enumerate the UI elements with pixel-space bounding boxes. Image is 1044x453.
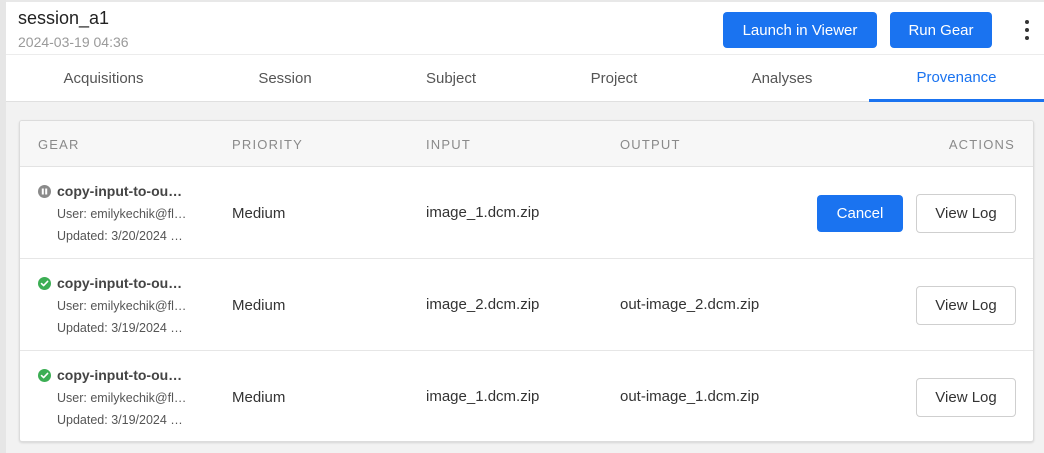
input-file: image_2.dcm.zip: [426, 296, 540, 313]
column-header-gear: GEAR: [38, 137, 80, 152]
view-log-button[interactable]: View Log: [916, 194, 1016, 233]
tab-session[interactable]: Session: [201, 55, 369, 102]
output-file: out-image_2.dcm.zip: [620, 296, 760, 313]
input-file: image_1.dcm.zip: [426, 204, 540, 221]
table-row: copy-input-to-ou… User: emilykechik@fl… …: [20, 167, 1033, 259]
tab-provenance[interactable]: Provenance: [869, 55, 1044, 102]
priority-value: Medium: [232, 297, 286, 314]
gear-user: User: emilykechik@fl…: [57, 299, 187, 313]
launch-in-viewer-button[interactable]: Launch in Viewer: [723, 12, 877, 48]
session-header: session_a1 2024-03-19 04:36 Launch in Vi…: [6, 0, 1044, 54]
session-date: 2024-03-19 04:36: [18, 34, 129, 50]
session-title: session_a1: [18, 8, 110, 28]
priority-value: Medium: [232, 389, 286, 406]
check-circle-icon: [38, 369, 51, 382]
gear-name[interactable]: copy-input-to-ou…: [57, 275, 197, 291]
column-header-actions: ACTIONS: [948, 137, 1015, 152]
session-tabs: Acquisitions Session Subject Project Ana…: [6, 54, 1044, 102]
ellipsis-dot: [1025, 28, 1029, 32]
table-row: copy-input-to-ou… User: emilykechik@fl… …: [20, 259, 1033, 351]
tab-acquisitions[interactable]: Acquisitions: [6, 55, 201, 102]
input-file: image_1.dcm.zip: [426, 388, 540, 405]
column-header-input: INPUT: [426, 137, 471, 152]
output-file: out-image_1.dcm.zip: [620, 388, 760, 405]
vertical-ellipsis-icon[interactable]: [1020, 20, 1034, 40]
gear-updated: Updated: 3/19/2024 …: [57, 321, 183, 335]
cancel-button[interactable]: Cancel: [817, 195, 903, 232]
ellipsis-dot: [1025, 36, 1029, 40]
gear-updated: Updated: 3/19/2024 …: [57, 413, 183, 427]
column-header-priority: PRIORITY: [232, 137, 303, 152]
gear-updated: Updated: 3/20/2024 …: [57, 229, 183, 243]
tab-subject[interactable]: Subject: [369, 55, 533, 102]
view-log-button[interactable]: View Log: [916, 378, 1016, 417]
table-header: GEAR PRIORITY INPUT OUTPUT ACTIONS: [20, 121, 1033, 167]
tab-analyses[interactable]: Analyses: [695, 55, 869, 102]
pause-circle-icon: [38, 185, 51, 198]
gear-user: User: emilykechik@fl…: [57, 391, 187, 405]
gear-user: User: emilykechik@fl…: [57, 207, 187, 221]
provenance-table: GEAR PRIORITY INPUT OUTPUT ACTIONS copy-…: [19, 120, 1034, 442]
ellipsis-dot: [1025, 20, 1029, 24]
check-circle-icon: [38, 277, 51, 290]
tab-project[interactable]: Project: [533, 55, 695, 102]
gear-name[interactable]: copy-input-to-ou…: [57, 183, 197, 199]
column-header-output: OUTPUT: [620, 137, 681, 152]
priority-value: Medium: [232, 205, 286, 222]
run-gear-button[interactable]: Run Gear: [890, 12, 992, 48]
gear-name[interactable]: copy-input-to-ou…: [57, 367, 197, 383]
table-row: copy-input-to-ou… User: emilykechik@fl… …: [20, 351, 1033, 441]
view-log-button[interactable]: View Log: [916, 286, 1016, 325]
